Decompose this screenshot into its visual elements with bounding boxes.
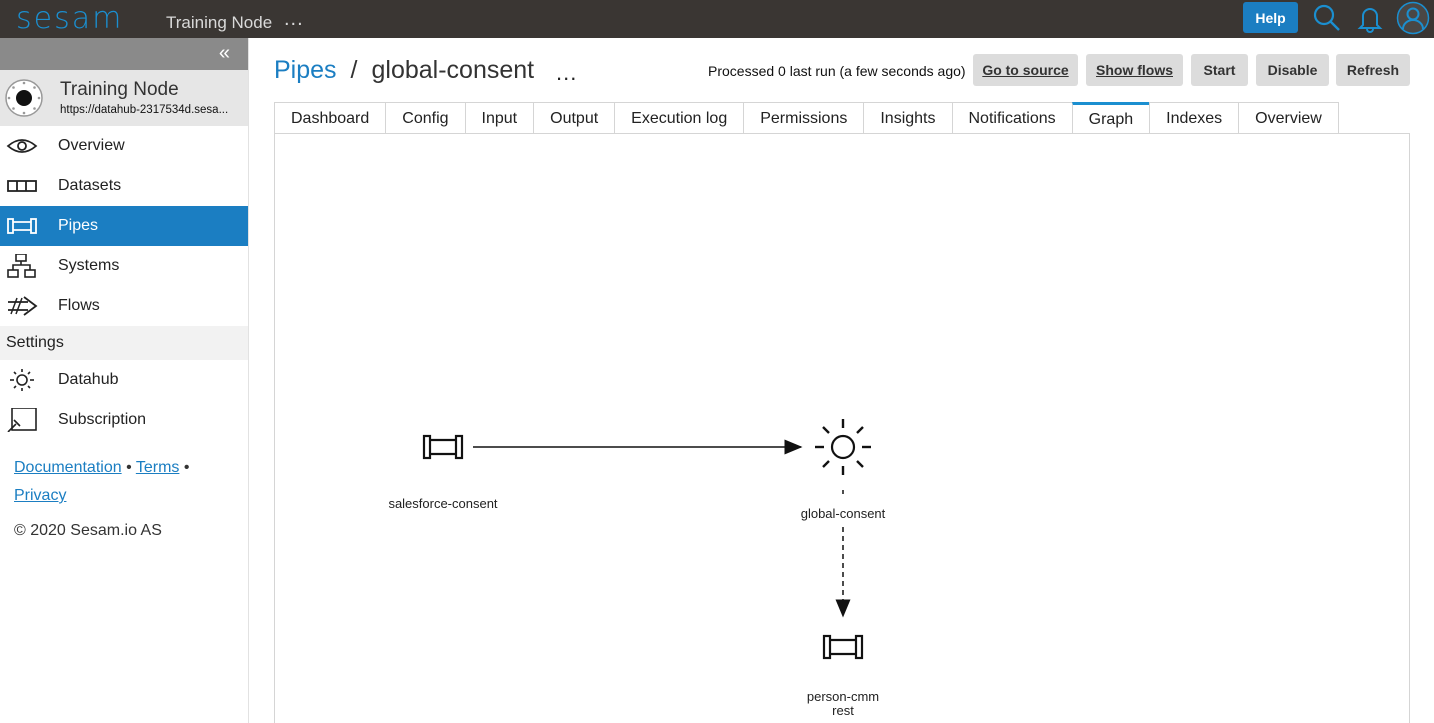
sidebar-item-label: Pipes xyxy=(58,217,99,234)
tab-bar: Dashboard Config Input Output Execution … xyxy=(274,102,1339,134)
breadcrumb-pipes-link[interactable]: Pipes xyxy=(274,56,337,84)
tab-output[interactable]: Output xyxy=(533,102,615,134)
tab-notifications[interactable]: Notifications xyxy=(951,102,1072,134)
node-menu-button[interactable]: ... xyxy=(284,8,304,31)
footer-links: Documentation • Terms • Privacy xyxy=(0,454,248,510)
separator-dot: • xyxy=(126,459,132,476)
sidebar-item-flows[interactable]: Flows xyxy=(0,286,248,326)
sun-pipe-icon[interactable] xyxy=(815,419,871,475)
node-label-global-consent[interactable]: global-consent xyxy=(743,506,943,521)
pipe-menu-button[interactable]: ... xyxy=(556,60,577,86)
sidebar-item-subscription[interactable]: Subscription xyxy=(0,400,248,440)
sidebar-item-overview[interactable]: Overview xyxy=(0,126,248,166)
processed-status: Processed 0 last run (a few seconds ago) xyxy=(708,63,966,79)
dataset-icon xyxy=(7,180,37,192)
disable-button[interactable]: Disable xyxy=(1256,54,1329,86)
search-icon[interactable] xyxy=(1308,0,1346,36)
go-to-source-button[interactable]: Go to source xyxy=(973,54,1078,86)
user-avatar-icon[interactable] xyxy=(1394,0,1432,36)
collapse-icon[interactable]: « xyxy=(219,42,230,65)
terms-link[interactable]: Terms xyxy=(136,459,180,476)
graph-panel[interactable]: salesforce-consent global-consent person… xyxy=(274,133,1410,723)
refresh-button[interactable]: Refresh xyxy=(1336,54,1410,86)
pipe-icon[interactable] xyxy=(822,634,864,660)
top-bar: sesam Training Node ... Help xyxy=(0,0,1434,38)
sidebar-collapse-bar[interactable]: « xyxy=(0,38,248,70)
node-url: https://datahub-2317534d.sesa... xyxy=(60,104,229,116)
tab-dashboard[interactable]: Dashboard xyxy=(274,102,386,134)
breadcrumb: Pipes / global-consent xyxy=(274,56,534,85)
sidebar-item-label: Overview xyxy=(58,137,125,154)
documentation-link[interactable]: Documentation xyxy=(14,459,122,476)
tab-input[interactable]: Input xyxy=(464,102,534,134)
flows-icon xyxy=(8,296,38,316)
privacy-link[interactable]: Privacy xyxy=(14,487,66,504)
show-flows-button[interactable]: Show flows xyxy=(1086,54,1183,86)
sidebar-item-label: Datasets xyxy=(58,177,122,194)
help-button[interactable]: Help xyxy=(1243,2,1298,33)
sidebar-item-label: Systems xyxy=(58,257,120,274)
tab-config[interactable]: Config xyxy=(385,102,465,134)
copyright: © 2020 Sesam.io AS xyxy=(14,522,162,539)
tab-permissions[interactable]: Permissions xyxy=(743,102,864,134)
datahub-icon xyxy=(10,369,34,391)
node-title[interactable]: Training Node xyxy=(166,13,272,33)
start-button[interactable]: Start xyxy=(1191,54,1248,86)
bell-icon[interactable] xyxy=(1351,0,1389,36)
page-title: global-consent xyxy=(371,56,535,84)
flow-graph[interactable] xyxy=(275,134,1411,723)
node-label-salesforce-consent[interactable]: salesforce-consent xyxy=(343,496,543,511)
systems-icon xyxy=(7,254,36,278)
tab-execution-log[interactable]: Execution log xyxy=(614,102,744,134)
node-name: Training Node xyxy=(60,79,179,100)
sidebar: « Training Node https://datahub-2317534d… xyxy=(0,38,249,723)
separator-dot: • xyxy=(183,459,190,476)
node-label-person-cmm[interactable]: person-cmm xyxy=(743,689,943,704)
tab-indexes[interactable]: Indexes xyxy=(1149,102,1239,134)
sidebar-item-datasets[interactable]: Datasets xyxy=(0,166,248,206)
settings-heading: Settings xyxy=(0,326,248,360)
pipe-icon[interactable] xyxy=(422,434,464,460)
node-avatar-icon xyxy=(5,79,43,117)
sidebar-item-label: Flows xyxy=(58,297,100,314)
sidebar-item-label: Datahub xyxy=(58,371,119,388)
sidebar-item-datahub[interactable]: Datahub xyxy=(0,360,248,400)
pipe-icon xyxy=(7,218,37,234)
sidebar-item-label: Subscription xyxy=(58,411,147,428)
subscription-icon xyxy=(7,408,37,432)
sidebar-item-systems[interactable]: Systems xyxy=(0,246,248,286)
node-card[interactable]: Training Node https://datahub-2317534d.s… xyxy=(0,70,248,126)
tab-graph[interactable]: Graph xyxy=(1071,102,1150,134)
tab-overview[interactable]: Overview xyxy=(1238,102,1339,134)
sesam-logo[interactable]: sesam xyxy=(16,1,123,36)
sidebar-item-pipes[interactable]: Pipes xyxy=(0,206,248,246)
eye-icon xyxy=(6,139,38,153)
tab-insights[interactable]: Insights xyxy=(863,102,952,134)
breadcrumb-separator: / xyxy=(350,56,358,84)
node-label-rest[interactable]: rest xyxy=(743,703,943,718)
